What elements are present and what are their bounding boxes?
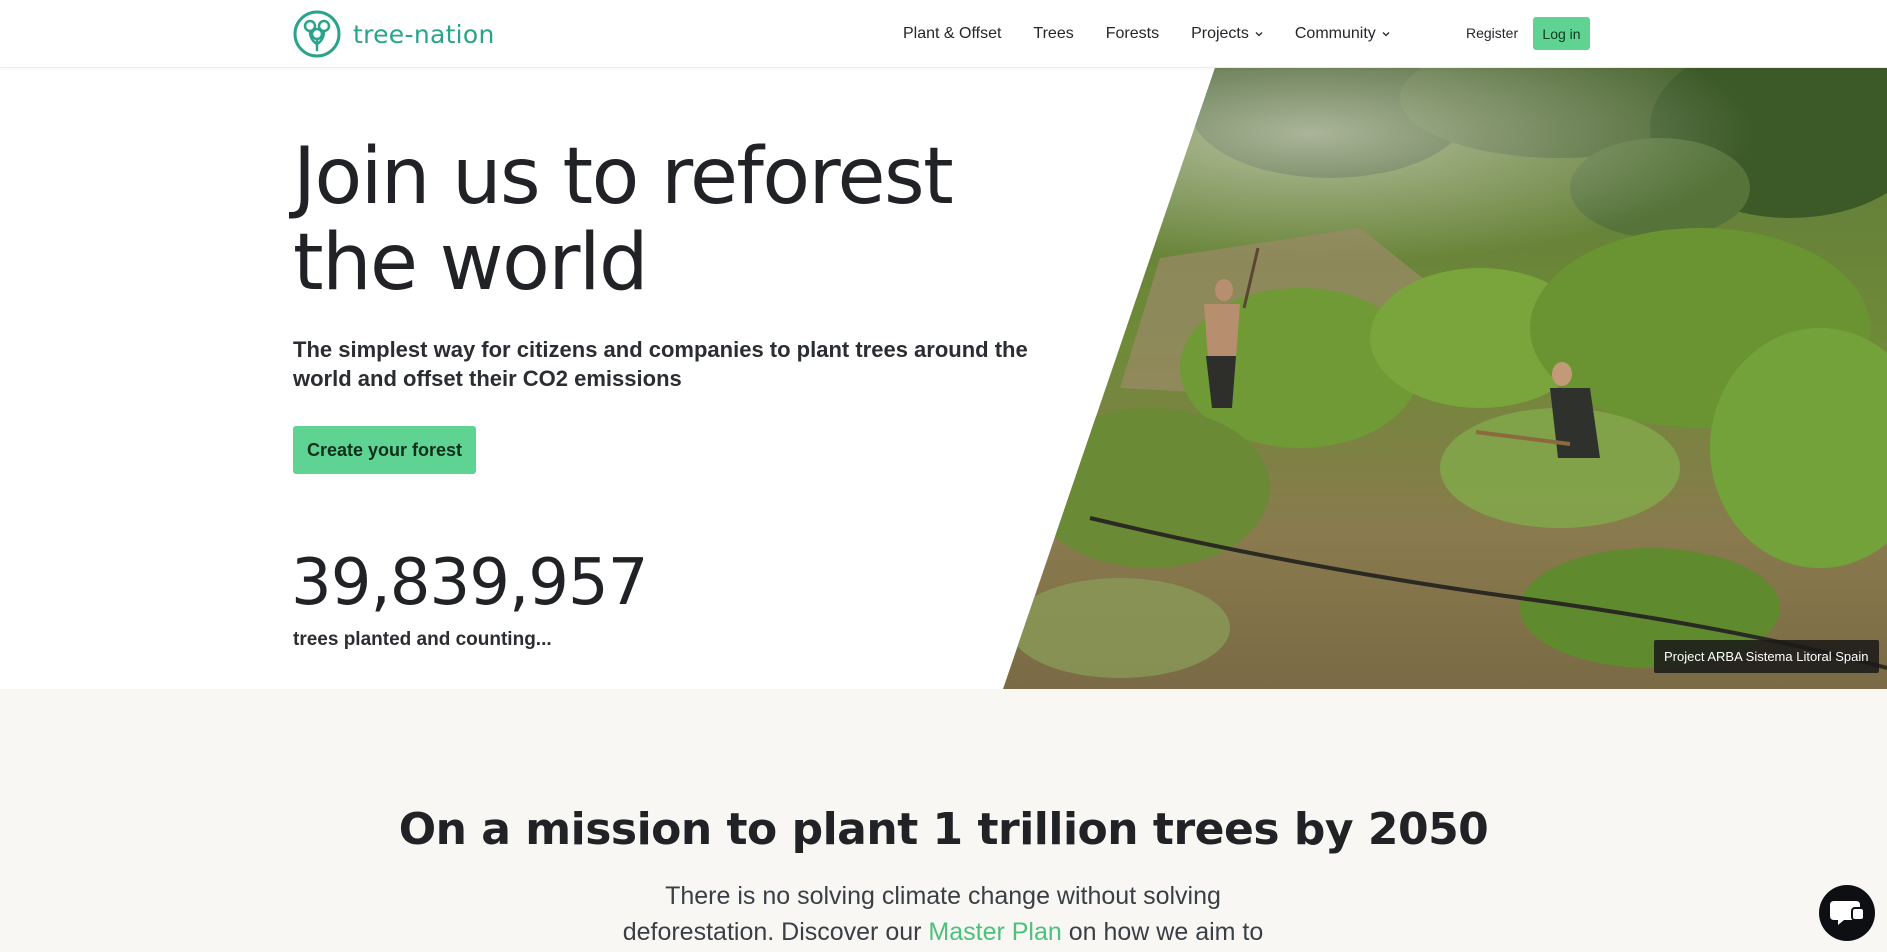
hero-title-line2: the world [293,218,649,308]
hero-section: Join us to reforest the world The simple… [0,68,1887,689]
mission-text-part2: on how we aim to [1061,918,1264,946]
photo-caption: Project ARBA Sistema Litoral Spain [1654,640,1879,673]
nav-label: Community [1294,25,1376,42]
chat-bubble-icon [1830,901,1864,925]
login-button[interactable]: Log in [1533,17,1590,50]
chat-button[interactable] [1819,885,1875,941]
hero-title: Join us to reforest the world [293,134,1053,306]
master-plan-link[interactable]: Master Plan [928,918,1061,946]
nav-forests[interactable]: Forests [1106,25,1159,43]
tree-logo-icon [293,10,341,58]
nav-community[interactable]: Community [1295,25,1390,43]
site-header: tree-nation Plant & Offset Trees Forests… [0,0,1887,68]
mission-title: On a mission to plant 1 trillion trees b… [398,804,1489,855]
logo-text: tree-nation [353,19,495,49]
mission-text: There is no solving climate change witho… [593,878,1293,950]
nav-label: Projects [1191,25,1249,42]
mission-section: On a mission to plant 1 trillion trees b… [0,689,1887,952]
nav-projects[interactable]: Projects [1191,25,1263,43]
nav-label: Forests [1105,25,1160,42]
main-nav: Plant & Offset Trees Forests Projects Co… [903,0,1422,68]
nav-label: Plant & Offset [903,25,1002,42]
nav-label: Trees [1033,25,1074,42]
nav-plant-offset[interactable]: Plant & Offset [903,25,1001,43]
register-link[interactable]: Register [1466,25,1518,41]
create-forest-button[interactable]: Create your forest [293,426,476,474]
chevron-down-icon [1382,32,1390,37]
trees-counter-label: trees planted and counting... [293,629,552,650]
hero-subtitle: The simplest way for citizens and compan… [293,337,1028,391]
hero-title-line1: Join us to reforest [293,132,954,222]
nav-trees[interactable]: Trees [1033,25,1073,43]
trees-counter: 39,839,957 [291,546,648,620]
logo-link[interactable]: tree-nation [293,10,495,58]
chevron-down-icon [1255,32,1263,37]
